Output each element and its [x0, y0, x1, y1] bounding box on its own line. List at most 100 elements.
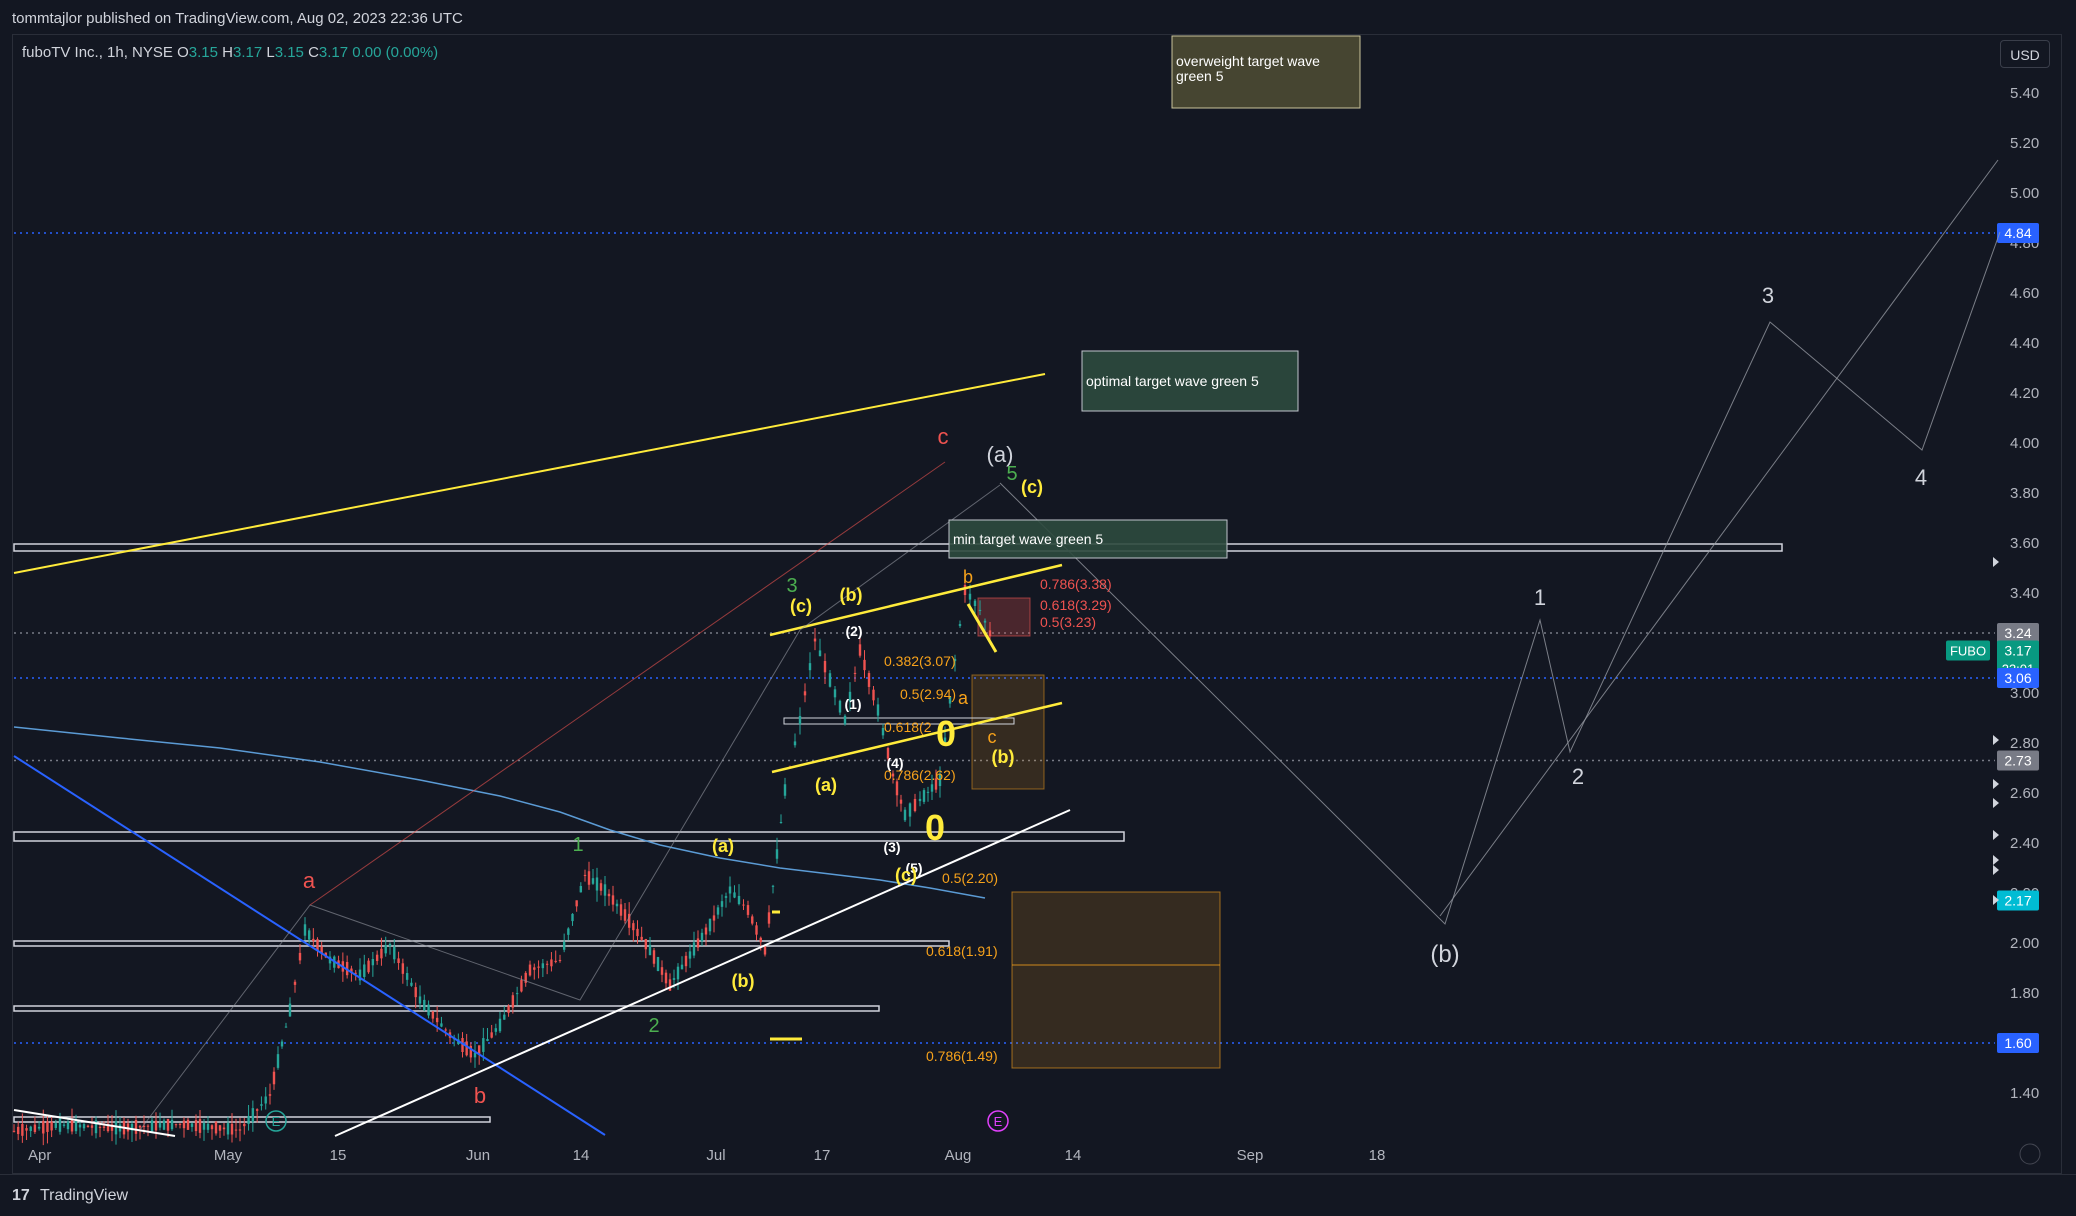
target-box-0[interactable]: overweight target wave green 5: [1171, 35, 1361, 109]
alert-arrow-icon[interactable]: [1993, 798, 1999, 808]
trend-lines: [13, 159, 2001, 1137]
price-label-3.06[interactable]: 3.06: [1997, 668, 2039, 688]
price-tick-1.80: 1.80: [2010, 985, 2039, 1002]
tradingview-logo-icon: 17: [12, 1187, 30, 1204]
candle-body: [803, 691, 807, 696]
candle: [611, 885, 615, 912]
candle: [94, 1116, 98, 1139]
candle: [918, 791, 922, 807]
candle: [688, 944, 692, 968]
wave-label: b: [963, 567, 973, 587]
price-tick-4.40: 4.40: [2010, 335, 2039, 352]
currency-button[interactable]: USD: [2000, 40, 2050, 68]
candle: [533, 963, 536, 980]
alert-arrow-icon[interactable]: [1993, 557, 1999, 567]
alert-arrow-icon[interactable]: [1993, 830, 1999, 840]
candle: [82, 1122, 86, 1132]
candle: [293, 979, 297, 993]
candle: [644, 938, 648, 959]
target-zones: [13, 543, 1783, 1123]
wave-label: (b): [732, 971, 755, 991]
fib-label: 0.382(3.07): [884, 653, 956, 669]
candle: [567, 927, 570, 941]
candle: [587, 861, 591, 890]
alert-arrow-icon[interactable]: [1993, 735, 1999, 745]
target-box-2[interactable]: min target wave green 5: [948, 519, 1228, 559]
candle: [440, 1016, 443, 1028]
candle-body: [182, 1120, 186, 1129]
candle: [652, 948, 656, 968]
wave-label: (b): [1430, 941, 1459, 968]
candle-body: [498, 1018, 502, 1032]
candle-body: [755, 925, 758, 935]
candle: [746, 900, 750, 918]
candle: [174, 1123, 178, 1128]
candle-body: [371, 959, 375, 966]
candle-body: [54, 1123, 58, 1128]
candle: [575, 900, 578, 912]
price-label-2.73[interactable]: 2.73: [1997, 750, 2039, 771]
candle-body: [872, 689, 875, 701]
open-label: O: [177, 44, 189, 61]
candle: [562, 933, 566, 953]
price-label-2.17[interactable]: 2.17: [1997, 890, 2039, 911]
candle-body: [751, 916, 754, 924]
alert-arrow-icon[interactable]: [1993, 865, 1999, 875]
fib-label: 0.5(2.94): [900, 686, 956, 702]
candle-body: [490, 1032, 493, 1038]
candle: [380, 937, 383, 966]
candle-body: [818, 650, 822, 657]
candle: [375, 950, 379, 965]
candle-body: [214, 1121, 218, 1134]
fib-label: 0.618(3.29): [1040, 597, 1112, 613]
candle-body: [958, 624, 962, 626]
candle-body: [676, 966, 680, 980]
candle-body: [276, 1054, 280, 1068]
candle-body: [515, 993, 519, 995]
alert-arrow-icon[interactable]: [1993, 855, 1999, 865]
candle-body: [632, 923, 635, 931]
candle-body: [567, 928, 570, 935]
price-label-4.84[interactable]: 4.84: [1997, 223, 2039, 243]
candle: [90, 1117, 94, 1136]
candle: [700, 928, 704, 946]
candle: [828, 670, 832, 688]
candle-body: [550, 959, 553, 967]
time-tick-8: 14: [1065, 1147, 1082, 1164]
price-chart[interactable]: 1.401.601.802.002.202.402.602.803.003.20…: [0, 0, 2076, 1216]
wave-label: (a): [712, 836, 734, 856]
candle: [218, 1124, 222, 1138]
candle: [255, 1108, 259, 1123]
candle-body: [640, 936, 643, 940]
price-label-1.60[interactable]: 1.60: [1997, 1033, 2039, 1053]
target-box-1[interactable]: optimal target wave green 5: [1081, 350, 1299, 412]
auto-scale-icon[interactable]: [2019, 1143, 2041, 1165]
candle: [696, 930, 700, 952]
alert-arrow-icon[interactable]: [1993, 779, 1999, 789]
price-tick-5.00: 5.00: [2010, 185, 2039, 202]
support-band-3: [13, 1005, 880, 1012]
time-axis[interactable]: Apr May 15 Jun 14 Jul 17 Aug 14 Sep 18: [28, 1147, 1385, 1164]
tradingview-brand[interactable]: TradingView: [40, 1187, 128, 1205]
event-markers[interactable]: EE: [265, 1110, 1009, 1132]
candle: [728, 876, 732, 903]
candle-body: [798, 715, 802, 725]
fib-label: 0.5(2.20): [942, 870, 998, 886]
candle-body: [793, 741, 797, 746]
candle-body: [867, 673, 871, 687]
candle-body: [303, 924, 307, 936]
candle-body: [579, 886, 583, 893]
price-tick-4.00: 4.00: [2010, 435, 2039, 452]
candle-body: [465, 1041, 468, 1056]
candle: [498, 1011, 502, 1034]
candle-body: [384, 945, 387, 954]
earnings-marker-icon[interactable]: E: [987, 1110, 1009, 1132]
candle-body: [541, 963, 545, 969]
earnings-marker-icon[interactable]: E: [265, 1110, 287, 1132]
price-axis[interactable]: 1.401.601.802.002.202.402.602.803.003.20…: [1946, 85, 2041, 1165]
price-label-3.24[interactable]: 3.24: [1997, 623, 2039, 643]
fib-label: 0.786(2.62): [884, 767, 956, 783]
zero-marker: 0: [925, 807, 945, 848]
candle: [33, 1116, 37, 1134]
candle: [29, 1125, 32, 1138]
